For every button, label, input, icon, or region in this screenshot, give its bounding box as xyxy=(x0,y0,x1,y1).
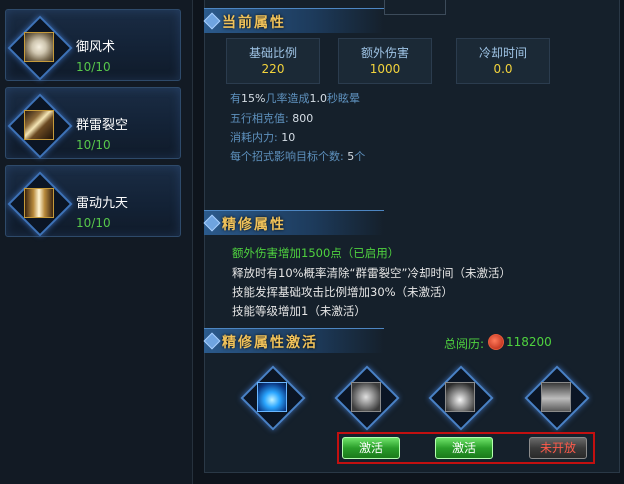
stat-base-ratio: 基础比例 220 xyxy=(226,38,320,84)
skill-icon-frame xyxy=(7,93,73,159)
activation-buttons-group: 激活 激活 未开放 xyxy=(337,432,595,464)
desc-targets: 每个招式影响目标个数: 5个 xyxy=(230,150,366,163)
gray-flame-icon xyxy=(445,382,475,412)
stat-cooldown: 冷却时间 0.0 xyxy=(456,38,550,84)
section-title: 当前属性 xyxy=(222,15,286,31)
refine-line-2: 释放时有10%概率清除“群雷裂空”冷却时间（未激活） xyxy=(232,266,511,280)
skill-level: 10/10 xyxy=(76,216,111,230)
blue-vortex-icon xyxy=(257,382,287,412)
gem-icon xyxy=(203,332,221,350)
stat-value: 220 xyxy=(261,62,285,76)
refine-attributes-header: 精修属性 xyxy=(203,210,384,235)
current-attributes-header: 当前属性 xyxy=(203,8,384,33)
desc-element: 五行相克值: 800 xyxy=(230,112,314,125)
wind-swirl-icon xyxy=(24,32,54,62)
experience-orb-icon xyxy=(488,334,504,350)
thunder-pillar-icon xyxy=(24,188,54,218)
refine-slot-2[interactable] xyxy=(334,365,400,431)
skill-card-1[interactable]: 御风术 10/10 xyxy=(5,9,181,81)
total-experience-label: 总阅历: xyxy=(444,337,485,351)
desc-mana-cost: 消耗内力: 10 xyxy=(230,131,296,144)
refine-slot-1[interactable] xyxy=(240,365,306,431)
stat-label: 基础比例 xyxy=(248,46,297,60)
stat-label: 冷却时间 xyxy=(478,46,527,60)
refine-line-1: 额外伤害增加1500点（已启用） xyxy=(232,246,400,260)
gem-icon xyxy=(203,214,221,232)
gray-flower-icon xyxy=(351,382,381,412)
skill-icon-frame xyxy=(7,15,73,81)
skill-name: 雷动九天 xyxy=(76,196,129,211)
activation-header: 精修属性激活 xyxy=(203,328,384,353)
thunder-claw-icon xyxy=(24,110,54,140)
top-frame-tab xyxy=(384,0,446,15)
stat-value: 0.0 xyxy=(493,62,513,76)
skill-icon-frame xyxy=(7,171,73,237)
desc-stun: 有15%几率造成1.0秒眩晕 xyxy=(230,92,360,105)
stat-extra-damage: 额外伤害 1000 xyxy=(338,38,432,84)
section-title: 精修属性激活 xyxy=(222,335,318,351)
skill-level: 10/10 xyxy=(76,60,111,74)
gem-icon xyxy=(203,12,221,30)
stat-value: 1000 xyxy=(369,62,401,76)
skill-name: 群雷裂空 xyxy=(76,118,129,133)
skill-name: 御风术 xyxy=(76,40,116,55)
refine-slot-3[interactable] xyxy=(428,365,494,431)
not-open-button[interactable]: 未开放 xyxy=(529,437,587,459)
skill-card-2[interactable]: 群雷裂空 10/10 xyxy=(5,87,181,159)
stat-label: 额外伤害 xyxy=(360,46,409,60)
refine-line-3: 技能发挥基础攻击比例增加30%（未激活） xyxy=(232,285,454,299)
gray-mountain-icon xyxy=(541,382,571,412)
refine-line-4: 技能等级增加1（未激活） xyxy=(232,304,366,318)
activate-button-1[interactable]: 激活 xyxy=(342,437,400,459)
section-title: 精修属性 xyxy=(222,217,286,233)
activate-button-2[interactable]: 激活 xyxy=(435,437,493,459)
skill-card-3[interactable]: 雷动九天 10/10 xyxy=(5,165,181,237)
total-experience-value: 118200 xyxy=(506,335,552,349)
refine-slot-4[interactable] xyxy=(524,365,590,431)
skill-level: 10/10 xyxy=(76,138,111,152)
